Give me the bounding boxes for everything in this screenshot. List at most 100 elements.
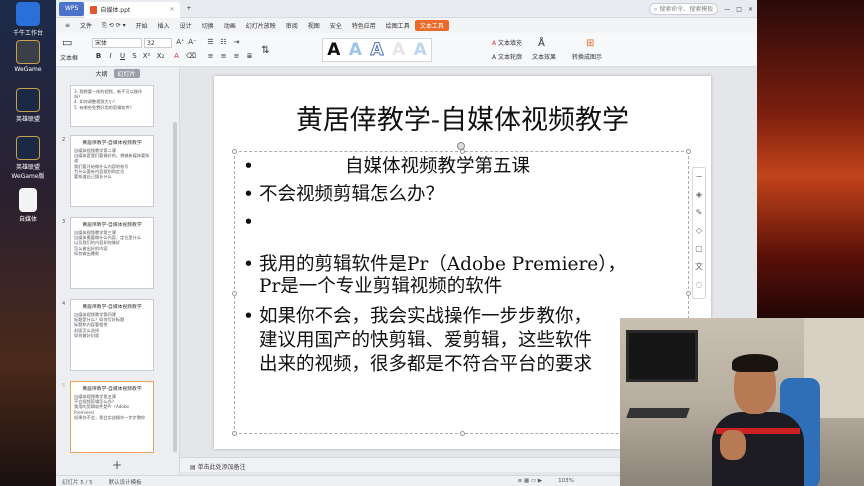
- collapse-icon[interactable]: −: [693, 168, 705, 186]
- desktop-icon-lol-wegame[interactable]: 英雄联盟WeGame版: [4, 136, 52, 180]
- pen-icon[interactable]: ✎: [693, 204, 705, 222]
- strikethrough-icon[interactable]: S: [130, 52, 139, 60]
- wordart-style-pale[interactable]: A: [414, 40, 427, 60]
- minimize-icon[interactable]: —: [724, 6, 730, 13]
- font-color-icon[interactable]: A: [172, 52, 181, 60]
- resize-handle[interactable]: [686, 149, 691, 154]
- close-icon[interactable]: ×: [748, 6, 753, 13]
- resize-handle[interactable]: [232, 431, 237, 436]
- fill-icon[interactable]: ◇: [693, 222, 705, 240]
- menu-home[interactable]: 开始: [131, 21, 153, 30]
- bullet-text: 我用的剪辑软件是Pr（Adobe Premiere），: [259, 254, 626, 275]
- menu-security[interactable]: 安全: [325, 21, 347, 30]
- slide-thumbnail[interactable]: 黄居倖教学-自媒体视频教学 自媒体视频教学第四课 标题是什么？如何写好标题 标题…: [70, 299, 154, 371]
- menu-drawing-tools[interactable]: 绘图工具: [381, 21, 415, 30]
- qianniu-icon: [16, 2, 40, 26]
- subscript-icon[interactable]: X₂: [156, 52, 165, 60]
- menu-animation[interactable]: 动画: [219, 21, 241, 30]
- wordart-style-outline[interactable]: A: [370, 40, 384, 61]
- justify-icon[interactable]: ≣: [245, 52, 254, 60]
- menu-view[interactable]: 视图: [303, 21, 325, 30]
- desktop-icon-lol[interactable]: 英雄联盟: [4, 88, 52, 123]
- bullet-text: 自媒体视频教学第五课: [345, 156, 531, 177]
- theme-name: 默认设计模板: [108, 480, 142, 486]
- panel-scrollbar[interactable]: [173, 122, 177, 452]
- resize-handle[interactable]: [232, 291, 237, 296]
- thumb-title: 黄居倖教学-自媒体视频教学: [82, 387, 142, 392]
- text-fill-icon[interactable]: A 文本填充: [492, 38, 522, 47]
- wordart-style-gallery[interactable]: A A A A A: [322, 38, 432, 62]
- floating-toolbar: − ◈ ✎ ◇ ▢ 文 ◌: [692, 167, 706, 299]
- resize-handle[interactable]: [686, 291, 691, 296]
- menu-transition[interactable]: 切换: [197, 21, 219, 30]
- wordart-style-grey[interactable]: A: [392, 40, 405, 60]
- textbox-icon[interactable]: ▭: [62, 36, 72, 49]
- slide-number: 4: [62, 301, 66, 307]
- menu-design[interactable]: 设计: [175, 21, 197, 30]
- resize-handle[interactable]: [232, 149, 237, 154]
- slide-thumbnail[interactable]: 黄居倖教学-自媒体视频教学 自媒体视频教学第三课 自媒体需要做什么内容，定位是什…: [70, 217, 154, 289]
- desktop-icon-wegame[interactable]: WeGame: [4, 40, 52, 73]
- numbered-list-icon[interactable]: ☷: [219, 38, 228, 46]
- align-left-icon[interactable]: ≡: [206, 52, 215, 60]
- quick-access-icons[interactable]: ⎘ ⟲ ⟳ ▾: [97, 22, 131, 30]
- menu-review[interactable]: 审阅: [281, 21, 303, 30]
- menu-file[interactable]: 文件: [75, 21, 97, 30]
- align-right-icon[interactable]: ≡: [232, 52, 241, 60]
- text-outline-icon[interactable]: A 文本轮廓: [492, 52, 522, 61]
- grow-font-icon[interactable]: A⁺: [176, 38, 185, 46]
- text-style-icon[interactable]: 文: [693, 258, 705, 276]
- view-buttons[interactable]: ≡ ▦ ▭ ▶: [518, 478, 542, 486]
- search-input[interactable]: ⌕ 搜索命令、搜索模板: [648, 3, 719, 15]
- webcam-overlay: [620, 318, 864, 486]
- maximize-icon[interactable]: □: [736, 6, 742, 13]
- thumb-line: 如果你不会，我会实战操作一步步教你: [74, 414, 146, 420]
- convert-diagram-button[interactable]: 转换成图示: [572, 52, 602, 61]
- bold-icon[interactable]: B: [94, 52, 103, 60]
- desktop-icon-media[interactable]: 自媒体: [4, 188, 52, 223]
- bullet-list-icon[interactable]: ☰: [206, 38, 215, 46]
- text-effect-button[interactable]: 文本效果: [532, 52, 556, 61]
- wordart-style-black[interactable]: A: [327, 40, 340, 60]
- slide-thumbnail[interactable]: 黄居倖教学-自媒体视频教学 自媒体视频教学第二课 自媒体是我们要做好的，想做新媒…: [70, 135, 154, 207]
- slide-thumbnail[interactable]: 3. 我想要一样的视频，新手可以操作吗？ 4. 如何调整视频大小？ 5. 有哪些…: [70, 85, 154, 127]
- close-tab-icon[interactable]: ×: [169, 6, 174, 13]
- tab-document[interactable]: 自媒体.ppt ×: [84, 1, 181, 18]
- font-size-select[interactable]: 32: [144, 38, 172, 48]
- indent-icon[interactable]: ⇥: [232, 38, 241, 46]
- tab-slides[interactable]: 幻灯片: [113, 68, 140, 78]
- menu-insert[interactable]: 插入: [153, 21, 175, 30]
- resize-handle[interactable]: [460, 149, 465, 154]
- frame-icon[interactable]: ▢: [693, 240, 705, 258]
- convert-diagram-icon[interactable]: ⊞: [586, 38, 594, 49]
- menu-text-tools[interactable]: 文本工具: [414, 20, 449, 31]
- menu-special[interactable]: 特色应用: [347, 21, 381, 30]
- search-placeholder: 搜索命令、搜索模板: [659, 6, 714, 13]
- text-effect-icon[interactable]: Å: [538, 38, 545, 49]
- desktop-icon-qianniu[interactable]: 千牛工作台: [4, 2, 52, 37]
- font-select[interactable]: 宋体: [92, 38, 142, 48]
- add-slide-button[interactable]: +: [112, 458, 122, 472]
- clear-format-icon[interactable]: ⌫: [186, 52, 196, 60]
- resize-handle[interactable]: [460, 431, 465, 436]
- shape-icon[interactable]: ◌: [693, 276, 705, 294]
- desktop-icon-label: WeGame: [14, 66, 42, 73]
- zoom-level[interactable]: 103%: [558, 478, 574, 486]
- bullet-item: • 我用的剪辑软件是Pr（Adobe Premiere），: [243, 254, 626, 275]
- underline-icon[interactable]: U: [118, 52, 127, 60]
- italic-icon[interactable]: I: [106, 52, 115, 60]
- wordart-style-light-blue[interactable]: A: [349, 40, 362, 60]
- tab-wps-home[interactable]: WPS: [59, 1, 85, 16]
- layers-icon[interactable]: ◈: [693, 186, 705, 204]
- slide-thumbnail-selected[interactable]: 黄居倖教学-自媒体视频教学 自媒体视频教学第五课 不会视频剪辑怎么办？ 我用的剪…: [70, 381, 154, 453]
- text-direction-icon[interactable]: ⇅: [261, 45, 270, 56]
- textbox-button[interactable]: 文本框: [60, 53, 78, 62]
- slide-title[interactable]: 黄居倖教学-自媒体视频教学: [214, 98, 711, 137]
- menu-slideshow[interactable]: 幻灯片放映: [241, 21, 281, 30]
- menu-icon[interactable]: ≡: [60, 22, 75, 29]
- align-center-icon[interactable]: ≡: [219, 52, 228, 60]
- superscript-icon[interactable]: X²: [142, 52, 151, 60]
- new-tab-button[interactable]: +: [180, 2, 197, 16]
- shrink-font-icon[interactable]: A⁻: [188, 38, 197, 46]
- tab-outline[interactable]: 大纲: [95, 69, 107, 78]
